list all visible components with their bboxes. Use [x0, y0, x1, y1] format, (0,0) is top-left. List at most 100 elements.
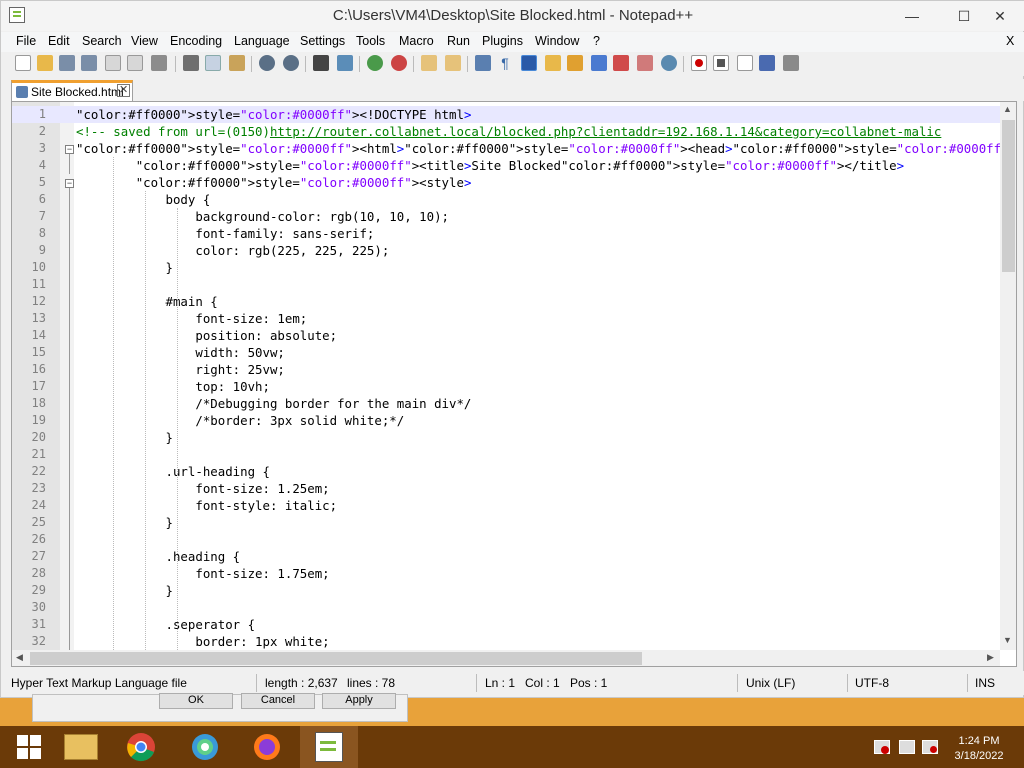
function-list-icon[interactable] — [591, 55, 607, 71]
dialog-ok-button[interactable]: OK — [159, 693, 233, 709]
menu-window[interactable]: Window — [535, 34, 579, 48]
code-line[interactable]: .seperator { — [76, 616, 256, 633]
udl-icon[interactable] — [545, 55, 561, 71]
close-button[interactable]: ✕ — [977, 1, 1023, 31]
taskbar-firefox[interactable] — [238, 726, 296, 768]
network-icon[interactable] — [899, 740, 915, 754]
undo-icon[interactable] — [259, 55, 275, 71]
show-all-characters-icon[interactable]: ¶ — [497, 55, 513, 71]
title-bar[interactable]: C:\Users\VM4\Desktop\Site Blocked.html -… — [1, 1, 1024, 31]
taskbar-chrome[interactable] — [112, 726, 170, 768]
zoom-in-icon[interactable] — [367, 55, 383, 71]
save-macro-icon[interactable] — [783, 55, 799, 71]
save-all-icon[interactable] — [81, 55, 97, 71]
system-clock[interactable]: 1:24 PM 3/18/2022 — [944, 734, 1014, 764]
code-line[interactable]: /*border: 3px solid white;*/ — [76, 412, 404, 429]
horizontal-scroll-thumb[interactable] — [30, 652, 642, 665]
code-line[interactable]: <!-- saved from url=(0150)http://router.… — [76, 123, 941, 140]
cut-icon[interactable] — [183, 55, 199, 71]
scroll-down-arrow-icon[interactable]: ▼ — [1003, 635, 1012, 645]
sync-horizontal-icon[interactable] — [445, 55, 461, 71]
line-number: 8 — [38, 226, 46, 240]
taskbar-edge[interactable] — [176, 726, 234, 768]
taskbar-file-explorer[interactable] — [52, 726, 110, 768]
code-line[interactable]: } — [76, 582, 173, 599]
find-icon[interactable] — [313, 55, 329, 71]
paste-icon[interactable] — [229, 55, 245, 71]
code-line[interactable]: .heading { — [76, 548, 241, 565]
document-map-icon[interactable] — [567, 55, 583, 71]
run-macro-multiple-icon[interactable] — [759, 55, 775, 71]
toolbar-separator — [251, 56, 252, 72]
redo-icon[interactable] — [283, 55, 299, 71]
editor-pane[interactable]: 1 "color:#ff0000">style="color:#0000ff"><… — [11, 101, 1017, 667]
dialog-cancel-button[interactable]: Cancel — [241, 693, 315, 709]
code-line[interactable]: "color:#ff0000">style="color:#0000ff"><h… — [76, 140, 1016, 157]
indent-guide-icon[interactable] — [521, 55, 537, 71]
menu-encoding[interactable]: Encoding — [170, 34, 222, 48]
code-line[interactable]: "color:#ff0000">style="color:#0000ff"><s… — [76, 174, 472, 191]
menu-run[interactable]: Run — [447, 34, 470, 48]
code-line[interactable]: right: 25vw; — [76, 361, 285, 378]
eye-icon[interactable] — [661, 55, 677, 71]
code-line[interactable]: } — [76, 429, 173, 446]
stop-macro-icon[interactable] — [713, 55, 729, 71]
word-wrap-icon[interactable] — [475, 55, 491, 71]
monitoring-icon[interactable] — [637, 55, 653, 71]
save-icon[interactable] — [59, 55, 75, 71]
close-all-icon[interactable] — [127, 55, 143, 71]
sync-vertical-icon[interactable] — [421, 55, 437, 71]
dialog-apply-button[interactable]: Apply — [322, 693, 396, 709]
replace-icon[interactable] — [337, 55, 353, 71]
code-line[interactable]: font-family: sans-serif; — [76, 225, 374, 242]
volume-muted-icon[interactable] — [922, 740, 938, 754]
menu-tools[interactable]: Tools — [356, 34, 385, 48]
code-line[interactable]: "color:#ff0000">style="color:#0000ff"><t… — [76, 157, 904, 174]
code-line[interactable]: font-size: 1em; — [76, 310, 307, 327]
code-line[interactable]: } — [76, 514, 173, 531]
code-line[interactable]: } — [76, 259, 173, 276]
menu-settings[interactable]: Settings — [300, 34, 345, 48]
start-button[interactable] — [0, 726, 58, 768]
close-document-x[interactable]: X — [1006, 34, 1014, 48]
code-line[interactable]: body { — [76, 191, 211, 208]
code-line[interactable]: /*Debugging border for the main div*/ — [76, 395, 471, 412]
print-icon[interactable] — [151, 55, 167, 71]
code-line[interactable]: width: 50vw; — [76, 344, 285, 361]
action-center-flag-icon[interactable] — [874, 740, 890, 754]
vertical-scroll-thumb[interactable] — [1002, 120, 1015, 272]
code-line[interactable]: color: rgb(225, 225, 225); — [76, 242, 389, 259]
status-insert-mode[interactable]: INS — [975, 676, 995, 690]
scroll-up-arrow-icon[interactable]: ▲ — [1003, 104, 1012, 114]
menu-file[interactable]: File — [16, 34, 36, 48]
code-line[interactable]: font-style: italic; — [76, 497, 337, 514]
menu-macro[interactable]: Macro — [399, 34, 434, 48]
menu-language[interactable]: Language — [234, 34, 290, 48]
folder-as-workspace-icon[interactable] — [613, 55, 629, 71]
menu-plugins[interactable]: Plugins — [482, 34, 523, 48]
code-line[interactable]: position: absolute; — [76, 327, 337, 344]
taskbar-notepadpp[interactable] — [300, 726, 358, 768]
tab-site-blocked[interactable]: Site Blocked.html ✕ — [11, 80, 133, 101]
close-file-icon[interactable] — [105, 55, 121, 71]
fold-toggle-icon[interactable]: − — [65, 179, 74, 188]
minimize-button[interactable]: — — [889, 1, 935, 31]
new-file-icon[interactable] — [15, 55, 31, 71]
code-line[interactable]: background-color: rgb(10, 10, 10); — [76, 208, 449, 225]
record-macro-icon[interactable] — [691, 55, 707, 71]
code-line[interactable]: "color:#ff0000">style="color:#0000ff"><!… — [76, 106, 471, 123]
fold-toggle-icon[interactable]: − — [65, 145, 74, 154]
copy-icon[interactable] — [205, 55, 221, 71]
zoom-out-icon[interactable] — [391, 55, 407, 71]
code-line[interactable]: .url-heading { — [76, 463, 270, 480]
menu-search[interactable]: Search — [82, 34, 122, 48]
menu-help[interactable]: ? — [593, 34, 600, 48]
menu-view[interactable]: View — [131, 34, 158, 48]
scroll-left-arrow-icon[interactable]: ◀ — [16, 652, 23, 663]
scroll-right-arrow-icon[interactable]: ▶ — [987, 652, 994, 663]
tab-close-icon[interactable]: ✕ — [117, 84, 131, 97]
code-line[interactable]: top: 10vh; — [76, 378, 270, 395]
open-file-icon[interactable] — [37, 55, 53, 71]
menu-edit[interactable]: Edit — [48, 34, 70, 48]
play-macro-icon[interactable] — [737, 55, 753, 71]
